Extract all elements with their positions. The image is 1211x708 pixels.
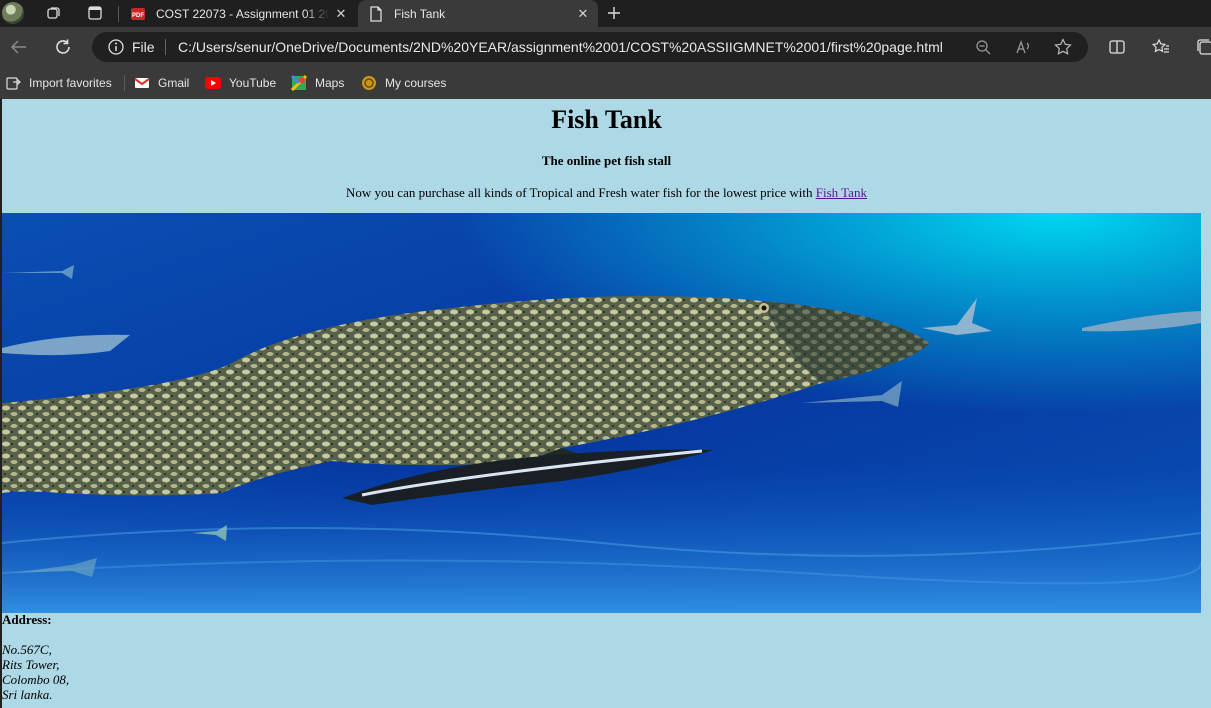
tab-actions-icon[interactable] xyxy=(83,2,107,24)
favorites-bar: Import favorites Gmail YouTube Maps My c… xyxy=(0,67,1211,99)
svg-text:PDF: PDF xyxy=(132,13,144,19)
tab-title: COST 22073 - Assignment 01 2023 xyxy=(156,6,330,21)
tab-title: Fish Tank xyxy=(394,6,446,21)
grouper-fish-image xyxy=(2,213,1201,613)
maps-icon xyxy=(291,75,307,91)
favorites-icon[interactable] xyxy=(1149,35,1173,59)
favorites-separator xyxy=(124,75,125,91)
refresh-icon[interactable] xyxy=(51,35,75,59)
info-icon[interactable] xyxy=(108,39,124,55)
courses-icon xyxy=(361,75,377,91)
gmail-icon xyxy=(134,75,150,91)
tab-assignment[interactable]: PDF COST 22073 - Assignment 01 2023 ✕ xyxy=(120,0,356,27)
tab-strip: PDF COST 22073 - Assignment 01 2023 ✕ Fi… xyxy=(0,0,1211,27)
tab-fish-tank[interactable]: Fish Tank ✕ xyxy=(358,0,598,27)
divider xyxy=(165,39,166,55)
favorite-label: YouTube xyxy=(229,76,277,90)
tab-separator xyxy=(118,6,119,22)
favorite-maps[interactable]: Maps xyxy=(291,74,344,92)
favorite-import[interactable]: Import favorites xyxy=(5,74,112,92)
favorite-label: Maps xyxy=(315,76,345,90)
favorite-youtube[interactable]: YouTube xyxy=(205,74,276,92)
close-icon[interactable]: ✕ xyxy=(572,3,594,25)
address-label: Address: xyxy=(2,612,52,627)
web-page: Fish Tank The online pet fish stall Now … xyxy=(0,99,1211,708)
profile-avatar[interactable] xyxy=(2,2,24,24)
favorite-gmail[interactable]: Gmail xyxy=(134,74,189,92)
address-line: Sri lanka. xyxy=(2,687,53,702)
intro-paragraph: Now you can purchase all kinds of Tropic… xyxy=(2,185,1211,201)
favorite-label: My courses xyxy=(385,76,447,90)
url-scheme: File xyxy=(132,39,155,55)
address-line: Colombo 08, xyxy=(2,672,70,687)
fish-tank-link[interactable]: Fish Tank xyxy=(816,185,867,200)
split-screen-icon[interactable] xyxy=(1105,35,1129,59)
read-aloud-icon[interactable] xyxy=(1014,38,1032,56)
address-line: No.567C, xyxy=(2,642,52,657)
youtube-icon xyxy=(205,75,221,91)
page-icon xyxy=(368,5,384,22)
favorite-label: Gmail xyxy=(158,76,190,90)
back-icon[interactable] xyxy=(7,35,31,59)
workspaces-icon[interactable] xyxy=(42,2,66,24)
favorite-my-courses[interactable]: My courses xyxy=(361,74,446,92)
intro-text: Now you can purchase all kinds of Tropic… xyxy=(346,185,816,200)
favorite-star-icon[interactable] xyxy=(1054,38,1072,56)
collections-icon[interactable] xyxy=(1193,35,1211,59)
url-text[interactable]: C:/Users/senur/OneDrive/Documents/2ND%20… xyxy=(178,39,943,55)
page-subtitle: The online pet fish stall xyxy=(541,153,672,168)
address-line: Rits Tower, xyxy=(2,657,60,672)
address-bar[interactable]: File C:/Users/senur/OneDrive/Documents/2… xyxy=(92,32,1088,62)
favorite-label: Import favorites xyxy=(29,76,112,90)
navigation-toolbar: File C:/Users/senur/OneDrive/Documents/2… xyxy=(0,27,1211,67)
new-tab-icon[interactable] xyxy=(602,2,626,24)
pdf-icon: PDF xyxy=(130,6,146,22)
close-icon[interactable]: ✕ xyxy=(330,3,352,25)
page-heading: Fish Tank xyxy=(551,105,662,134)
address-block: No.567C, Rits Tower, Colombo 08, Sri lan… xyxy=(2,642,69,702)
import-icon xyxy=(5,75,21,91)
zoom-out-icon[interactable] xyxy=(974,38,992,56)
